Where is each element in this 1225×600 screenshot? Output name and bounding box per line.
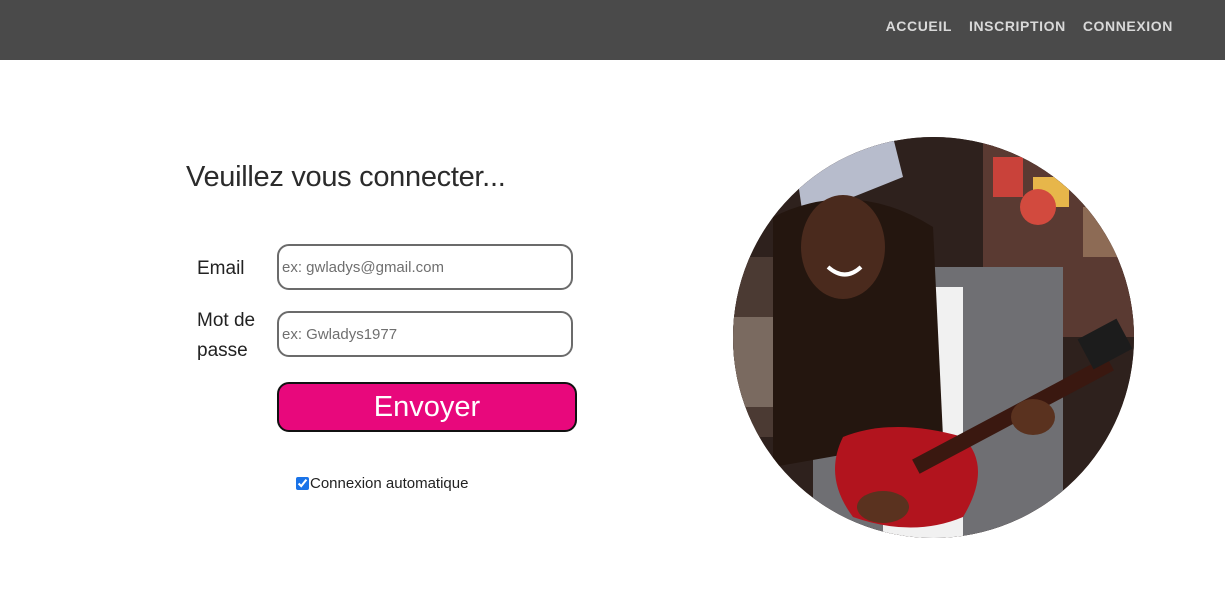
main-nav: ACCUEIL INSCRIPTION CONNEXION: [886, 18, 1173, 34]
remember-me[interactable]: Connexion automatique: [296, 475, 468, 492]
guitarist-photo-illustration: [733, 137, 1134, 538]
password-field[interactable]: [277, 311, 573, 357]
email-field[interactable]: [277, 244, 573, 290]
top-navigation-bar: ACCUEIL INSCRIPTION CONNEXION: [0, 0, 1225, 60]
email-label: Email: [197, 258, 245, 279]
password-label: Mot de passe: [197, 310, 256, 361]
nav-link-inscription[interactable]: INSCRIPTION: [969, 18, 1066, 34]
submit-button[interactable]: Envoyer: [277, 382, 577, 432]
nav-link-accueil[interactable]: ACCUEIL: [886, 18, 952, 34]
page-title: Veuillez vous connecter...: [186, 161, 506, 193]
remember-label: Connexion automatique: [310, 475, 469, 492]
remember-checkbox[interactable]: [296, 477, 309, 490]
profile-photo: [733, 137, 1134, 538]
nav-link-connexion[interactable]: CONNEXION: [1083, 18, 1173, 34]
